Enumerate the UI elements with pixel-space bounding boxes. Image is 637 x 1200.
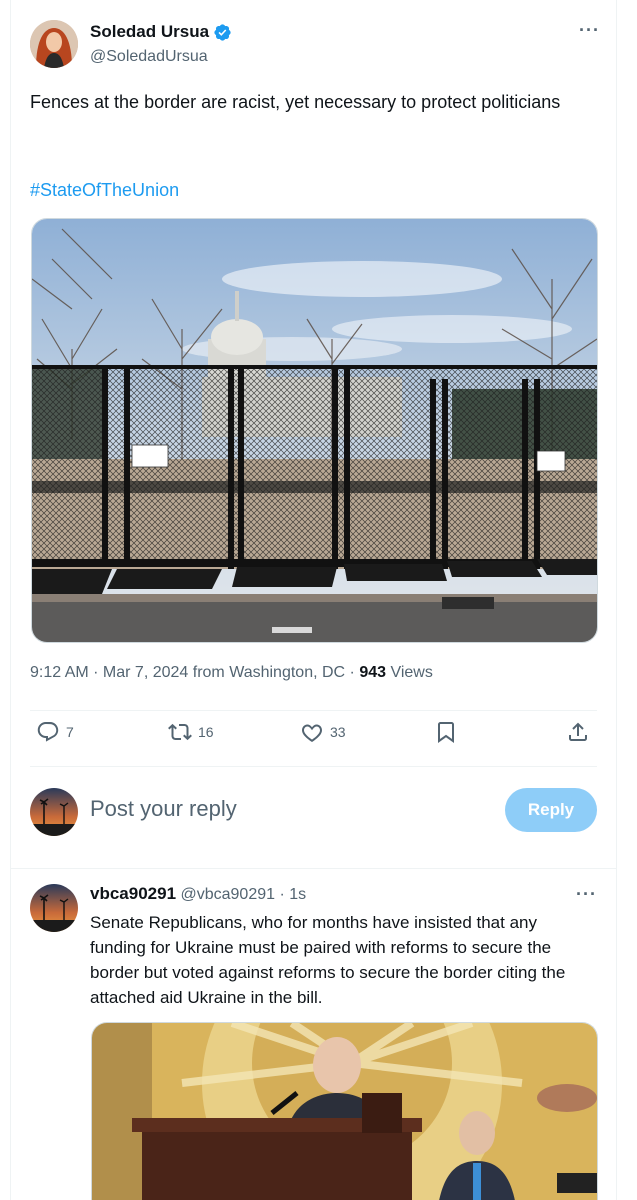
- like-action[interactable]: 33: [300, 720, 346, 744]
- avatar[interactable]: [30, 884, 78, 932]
- reply-composer: Post your reply Reply: [30, 786, 597, 838]
- hashtag-link[interactable]: #StateOfTheUnion: [30, 176, 179, 204]
- reply-text: Senate Republicans, who for months have …: [90, 913, 566, 1007]
- reply-input[interactable]: Post your reply: [90, 796, 237, 822]
- repost-count: 16: [198, 724, 214, 740]
- reply-count: 7: [66, 724, 74, 740]
- heart-icon: [302, 724, 322, 742]
- verified-icon: [214, 23, 231, 41]
- more-icon[interactable]: ···: [579, 20, 600, 41]
- like-count: 33: [330, 724, 346, 740]
- views-count: 943: [359, 664, 387, 681]
- divider: [30, 710, 597, 711]
- post-image[interactable]: [31, 218, 598, 643]
- divider: [10, 868, 617, 869]
- reply-icon: [37, 722, 59, 742]
- bookmark-icon: [438, 722, 454, 743]
- post-text: Fences at the border are racist, yet nec…: [30, 92, 561, 112]
- reply-action[interactable]: 7: [36, 720, 74, 744]
- reply-button[interactable]: Reply: [505, 788, 597, 832]
- views-label: Views: [386, 664, 433, 681]
- reply-image[interactable]: [91, 1022, 598, 1200]
- avatar[interactable]: [30, 788, 78, 836]
- more-icon[interactable]: ···: [576, 884, 597, 905]
- share-action[interactable]: [566, 720, 590, 744]
- repost-icon: [168, 723, 192, 741]
- author-name[interactable]: Soledad Ursua: [90, 22, 209, 42]
- divider: [30, 766, 597, 767]
- reply-author-name[interactable]: vbca90291: [90, 884, 176, 903]
- author-handle[interactable]: @SoledadUrsua: [90, 48, 208, 66]
- action-bar: 7 16 33: [30, 720, 597, 756]
- bookmark-action[interactable]: [434, 720, 458, 744]
- post-header: Soledad Ursua @SoledadUrsua ···: [30, 20, 600, 72]
- post-meta: 9:12 AM · Mar 7, 2024 from Washington, D…: [30, 664, 433, 682]
- post-timestamp[interactable]: 9:12 AM · Mar 7, 2024 from Washington, D…: [30, 664, 359, 681]
- avatar[interactable]: [30, 20, 78, 68]
- reply-timestamp[interactable]: · 1s: [275, 886, 306, 903]
- repost-action[interactable]: 16: [168, 720, 214, 744]
- reply-author-handle[interactable]: @vbca90291: [180, 886, 275, 903]
- reply-header: vbca90291 @vbca90291 · 1s: [90, 884, 306, 904]
- share-icon: [569, 722, 587, 741]
